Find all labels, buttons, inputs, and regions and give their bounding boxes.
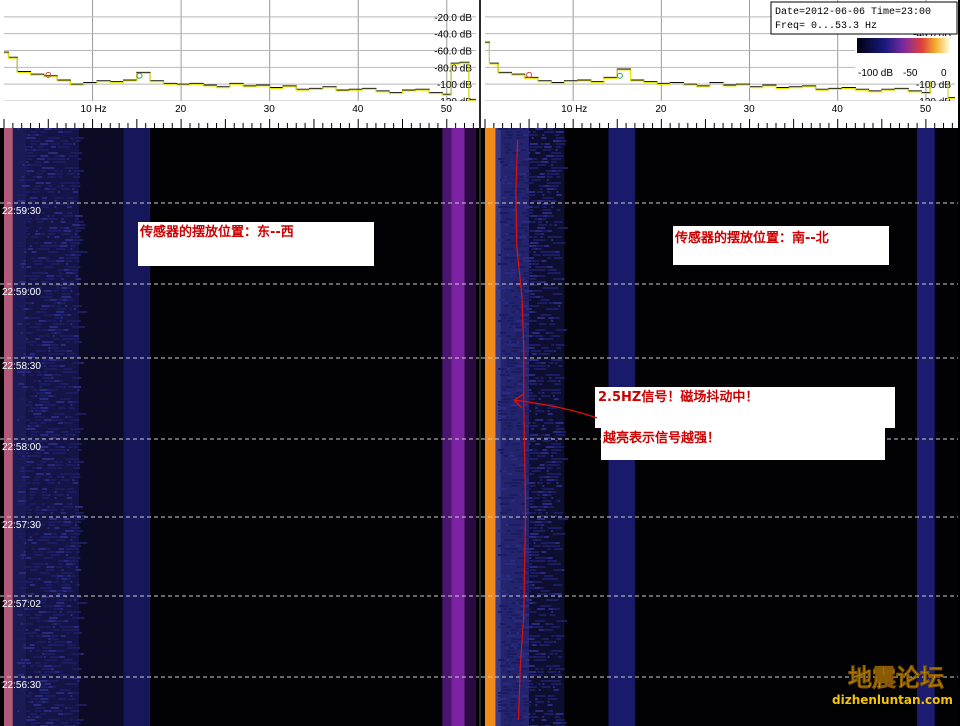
watermark: 地震论坛 dizhenluntan.com	[832, 664, 953, 707]
left-waterfall-band-3	[79, 128, 124, 726]
left-db-label-1: -40.0 dB	[434, 30, 472, 41]
right-freq-label-3: 40	[832, 104, 844, 115]
watermark-logo: 地震论坛	[848, 664, 944, 692]
time-label-5: 22:57:02	[2, 599, 41, 610]
annotation-right: 传感器的摆放位置：南--北	[673, 226, 889, 265]
left-waterfall-band-4	[123, 128, 151, 726]
right-freq-label-1: 20	[655, 104, 667, 115]
left-waterfall-band-6	[451, 128, 465, 726]
annotation-brightness-text: 越亮表示信号越强！	[602, 430, 720, 446]
annotation-left-text: 传感器的摆放位置：东--西	[139, 224, 294, 240]
annotation-signal: 2.5HZ信号！磁场抖动中！ 越亮表示信号越强！	[595, 387, 895, 460]
colorbar-label-mid: -50	[903, 68, 918, 79]
time-label-6: 22:56:30	[2, 680, 41, 691]
color-scale-bar: -100 dB -50 0	[855, 36, 958, 81]
time-label-0: 22:59:30	[2, 206, 41, 217]
right-waterfall-band-0	[485, 128, 496, 726]
time-label-1: 22:59:00	[2, 287, 41, 298]
time-label-3: 22:58:00	[2, 442, 41, 453]
left-waterfall-band-1	[12, 128, 27, 726]
time-label-2: 22:58:30	[2, 361, 41, 372]
right-db-label-4: -100 dB	[916, 80, 951, 91]
right-freq-label-4: 50	[920, 104, 932, 115]
left-freq-label-2: 30	[264, 104, 276, 115]
left-freq-label-4: 50	[441, 104, 453, 115]
left-db-label-0: -20.0 dB	[434, 13, 472, 24]
left-freq-label-0: 10 Hz	[81, 104, 107, 115]
right-freq-label-2: 30	[744, 104, 756, 115]
color-gradient	[857, 38, 950, 53]
date-time-label: Date=2012-06-06 Time=23:00	[775, 6, 931, 18]
colorbar-label-min: -100 dB	[858, 68, 893, 79]
panel-separator	[479, 0, 481, 726]
right-freq-label-0: 10 Hz	[561, 104, 587, 115]
left-freq-label-3: 40	[352, 104, 364, 115]
watermark-url: dizhenluntan.com	[832, 693, 953, 707]
right-waterfall-band-5	[917, 128, 935, 726]
right-freq-axis	[481, 101, 958, 128]
left-db-label-4: -100 dB	[437, 80, 472, 91]
time-label-4: 22:57:30	[2, 520, 41, 531]
left-db-label-2: -60.0 dB	[434, 47, 472, 58]
annotation-left: 传感器的摆放位置：东--西	[138, 222, 374, 266]
left-freq-label-1: 20	[175, 104, 187, 115]
annotation-signal-text: 2.5HZ信号！磁场抖动中！	[598, 389, 758, 405]
spectrum-waterfall-display: -20.0 dB-40.0 dB-60.0 dB-80.0 dB-100 dB-…	[0, 0, 958, 726]
colorbar-label-max: 0	[941, 68, 947, 79]
right-waterfall-band-1	[495, 128, 501, 726]
annotation-right-text: 传感器的摆放位置：南--北	[674, 230, 829, 246]
left-freq-axis	[0, 101, 479, 128]
left-waterfall-band-0	[4, 128, 13, 726]
left-db-label-3: -80.0 dB	[434, 63, 472, 74]
info-box: Date=2012-06-06 Time=23:00 Freq= 0...53.…	[770, 1, 958, 35]
left-waterfall-band-5	[442, 128, 452, 726]
freq-range-label: Freq= 0...53.3 Hz	[775, 21, 877, 32]
left-waterfall-band-7	[464, 128, 476, 726]
